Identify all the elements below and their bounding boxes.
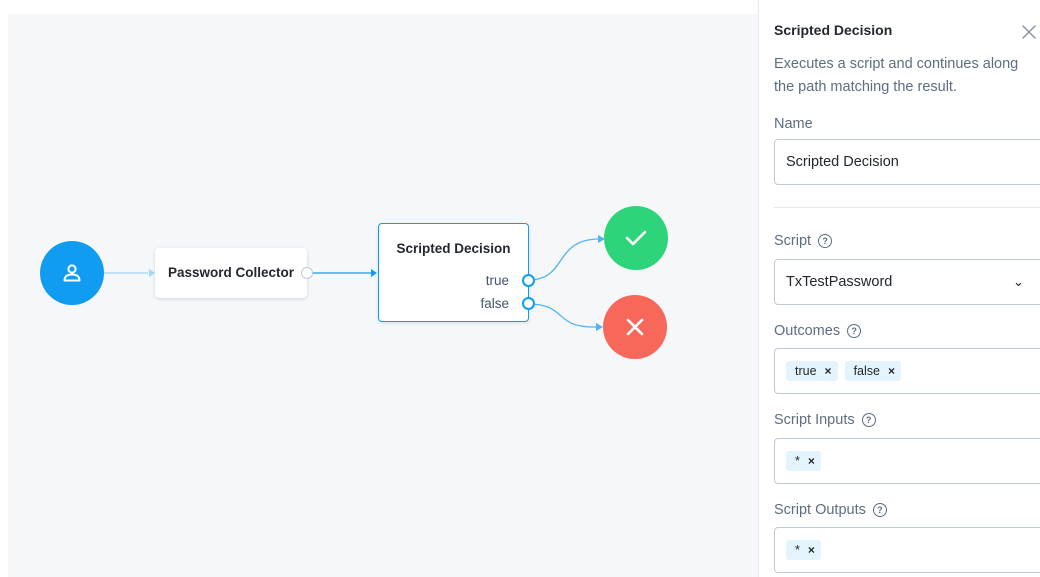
node-title: Password Collector [167, 265, 295, 280]
check-icon [625, 230, 647, 246]
name-field[interactable]: Scripted Decision [774, 139, 1040, 185]
failure-node[interactable] [603, 295, 667, 359]
script-outputs-field[interactable]: * × [774, 527, 1040, 573]
script-inputs-field[interactable]: * × [774, 438, 1040, 484]
divider [774, 207, 1040, 208]
script-input-chip: * × [786, 451, 821, 471]
help-icon[interactable]: ? [818, 234, 833, 248]
x-icon [626, 318, 644, 336]
chevron-down-icon: ⌄ [1013, 274, 1024, 289]
connector-true-to-success [527, 238, 599, 281]
password-collector-output-port[interactable] [301, 267, 313, 279]
help-icon[interactable]: ? [872, 503, 887, 517]
arrow-head [596, 323, 603, 331]
help-icon[interactable]: ? [861, 413, 876, 427]
false-output-port[interactable] [522, 297, 535, 310]
scripted-decision-node[interactable]: Scripted Decision true false [378, 223, 529, 322]
script-select-value: TxTestPassword [786, 274, 893, 290]
arrow-head [371, 269, 377, 277]
panel-title: Scripted Decision [774, 22, 893, 38]
outcomes-field[interactable]: true × false × [774, 348, 1040, 394]
remove-chip-icon[interactable]: × [888, 361, 895, 381]
name-field-value: Scripted Decision [786, 154, 899, 170]
close-icon[interactable] [1021, 24, 1037, 40]
script-label: Script ? [774, 233, 833, 249]
remove-chip-icon[interactable]: × [808, 540, 815, 560]
success-node[interactable] [604, 206, 668, 270]
start-node[interactable] [40, 241, 104, 305]
node-title: Scripted Decision [396, 241, 511, 256]
connector-false-to-failure [527, 303, 597, 328]
outcome-label-false: false [480, 296, 509, 311]
script-inputs-label: Script Inputs ? [774, 412, 876, 428]
outcome-chip-true: true × [786, 361, 838, 381]
name-label: Name [774, 116, 813, 132]
password-collector-node[interactable]: Password Collector [155, 248, 307, 298]
node-properties-panel: Scripted Decision Executes a script and … [758, 0, 1040, 577]
panel-description: Executes a script and continues along th… [774, 56, 1019, 95]
help-icon[interactable]: ? [847, 324, 862, 338]
remove-chip-icon[interactable]: × [808, 451, 815, 471]
script-outputs-label: Script Outputs ? [774, 502, 887, 518]
outcomes-label: Outcomes ? [774, 323, 862, 339]
user-icon [63, 264, 81, 282]
outcome-chip-false: false × [844, 361, 901, 381]
script-output-chip: * × [786, 540, 821, 560]
script-select[interactable]: TxTestPassword ⌄ [774, 259, 1040, 305]
true-output-port[interactable] [522, 274, 535, 287]
remove-chip-icon[interactable]: × [825, 361, 832, 381]
outcome-label-true: true [485, 273, 509, 288]
